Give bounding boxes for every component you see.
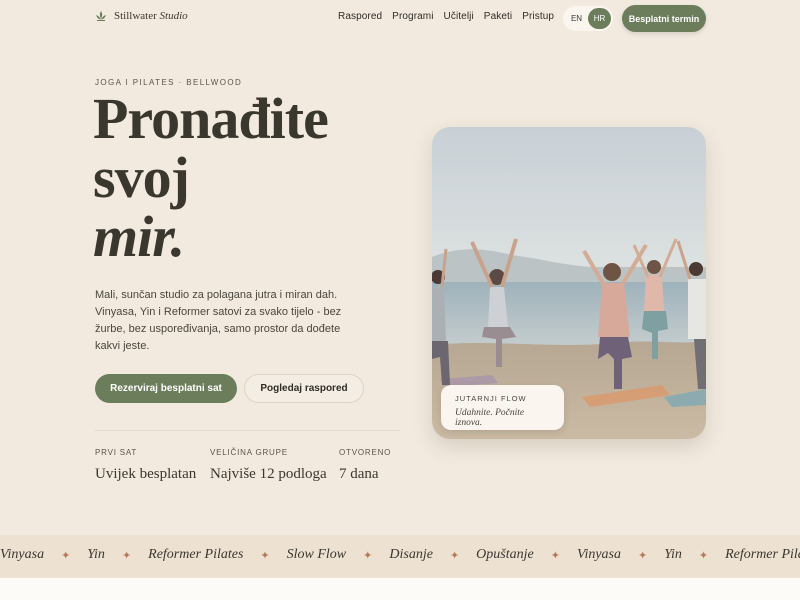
stat-value: 7 dana <box>339 466 379 482</box>
marquee-item: Yin <box>664 547 682 562</box>
marquee-item: Opuštanje <box>476 547 534 562</box>
stat-value: Najviše 12 podloga <box>210 466 327 482</box>
logo-name: Stillwater <box>114 10 157 22</box>
marquee-item: Vinyasa <box>0 547 45 562</box>
lotus-icon <box>96 11 106 21</box>
marquee-item: Yin <box>87 547 105 562</box>
stat-open-days: OTVORENO 7 dana <box>339 448 391 483</box>
caption-subtitle: Udahnite. Počnite iznova. <box>455 408 525 428</box>
book-free-class-button[interactable]: Rezerviraj besplatni sat <box>95 374 237 403</box>
nav-link-schedule[interactable]: Raspored <box>338 11 382 22</box>
marquee-item: Disanje <box>389 547 433 562</box>
nav-link-programs[interactable]: Programi <box>392 11 433 22</box>
view-schedule-button[interactable]: Pogledaj raspored <box>244 374 364 403</box>
headline-line-2: svoj <box>93 145 190 210</box>
headline-line-1: Pronađite <box>93 86 329 151</box>
marquee-item: Vinyasa <box>576 547 622 562</box>
hero-intro: Mali, sunčan studio za polagana jutra i … <box>95 289 342 352</box>
photo-caption-card: JUTARNJI FLOW Udahnite. Počnite iznova. <box>441 385 564 430</box>
stat-label: VELIČINA GRUPE <box>210 448 288 457</box>
sparkle-icon: ✦ <box>363 549 373 562</box>
nav-link-packages[interactable]: Paketi <box>484 11 512 22</box>
main-nav: Raspored Programi Učitelji Paketi Pristu… <box>338 11 554 22</box>
free-session-button[interactable]: Besplatni termin <box>622 5 706 32</box>
sparkle-icon: ✦ <box>638 549 648 562</box>
class-types-marquee: Vinyasa ✦ Yin ✦ Reformer Pilates ✦ Slow … <box>0 535 800 578</box>
stats-divider <box>95 430 400 431</box>
caption-title: JUTARNJI FLOW <box>455 394 527 403</box>
logo-text: Stillwater Studio <box>114 10 188 22</box>
next-section <box>0 578 800 600</box>
stat-group-size: VELIČINA GRUPE Najviše 12 podloga <box>210 448 327 483</box>
lang-option-en[interactable]: EN <box>565 8 588 29</box>
site-header: Stillwater Studio Raspored Programi Učit… <box>0 0 800 38</box>
sparkle-icon: ✦ <box>121 549 132 562</box>
sparkle-icon: ✦ <box>550 549 560 562</box>
sparkle-icon: ✦ <box>260 549 270 562</box>
lang-option-hr[interactable]: HR <box>588 8 611 29</box>
marquee-item: Reformer Pilates <box>725 547 800 562</box>
logo-suffix: Studio <box>159 10 188 22</box>
logo[interactable]: Stillwater Studio <box>95 10 188 22</box>
marquee-item: Slow Flow <box>286 547 347 562</box>
stat-label: OTVORENO <box>339 448 392 457</box>
sparkle-icon: ✦ <box>698 549 709 562</box>
stat-label: PRVI SAT <box>95 448 138 457</box>
hero-headline: Pronađite svoj mir. <box>93 86 329 269</box>
stat-value: Uvijek besplatan <box>95 466 197 482</box>
nav-link-teachers[interactable]: Učitelji <box>444 11 474 22</box>
sparkle-icon: ✦ <box>61 549 71 562</box>
marquee-track: Vinyasa ✦ Yin ✦ Reformer Pilates ✦ Slow … <box>0 547 800 563</box>
nav-link-access[interactable]: Pristup <box>522 11 554 22</box>
sparkle-icon: ✦ <box>449 549 460 562</box>
headline-line-3: mir. <box>93 204 185 269</box>
language-switcher: EN HR <box>563 6 613 31</box>
marquee-item: Reformer Pilates <box>148 547 244 562</box>
stat-first-class: PRVI SAT Uvijek besplatan <box>95 448 196 483</box>
